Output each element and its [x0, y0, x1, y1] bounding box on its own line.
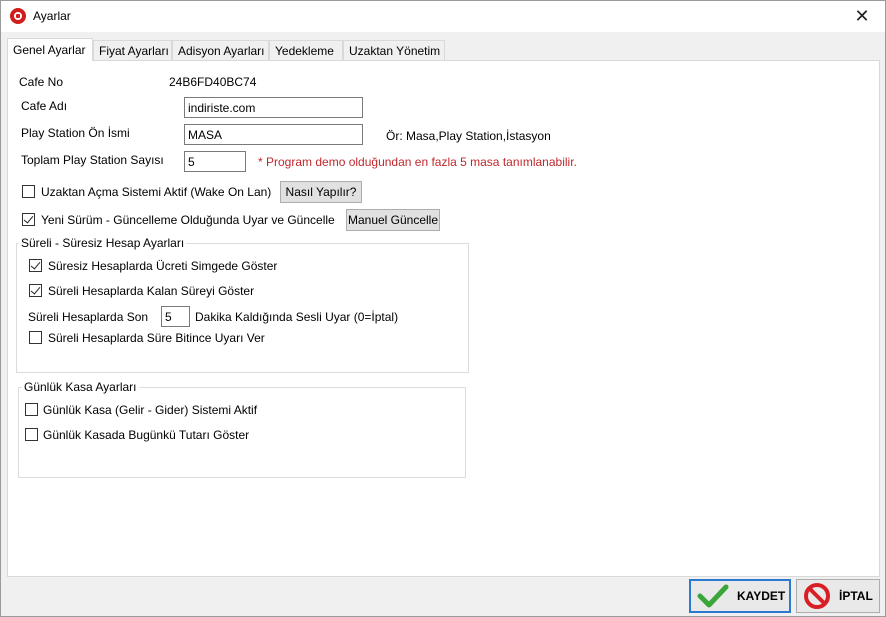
cancel-button[interactable]: İPTAL	[796, 579, 880, 613]
show-remaining-label: Süreli Hesaplarda Kalan Süreyi Göster	[48, 284, 255, 298]
cancel-label: İPTAL	[839, 589, 873, 603]
cash-group-title: Günlük Kasa Ayarları	[22, 380, 139, 394]
window-title: Ayarlar	[33, 9, 71, 23]
general-settings-panel: Cafe No 24B6FD40BC74 Cafe Adı indiriste.…	[7, 60, 880, 577]
cancel-icon	[804, 583, 830, 609]
timed-accounts-group: Süreli - Süresiz Hesap Ayarları Süresiz …	[16, 236, 469, 373]
tab-general[interactable]: Genel Ayarlar	[7, 38, 93, 61]
wol-checkbox[interactable]	[22, 185, 35, 198]
cafe-name-label: Cafe Adı	[21, 99, 68, 113]
daily-cash-group: Günlük Kasa Ayarları Günlük Kasa (Gelir …	[18, 380, 466, 478]
wol-label: Uzaktan Açma Sistemi Aktif (Wake On Lan)	[41, 185, 272, 199]
ps-prefix-hint: Ör: Masa,Play Station,İstasyon	[386, 129, 551, 143]
show-fee-checkbox[interactable]	[29, 259, 42, 272]
ps-prefix-label: Play Station Ön İsmi	[21, 126, 130, 140]
warn-prefix-label: Süreli Hesaplarda Son	[28, 310, 149, 324]
cash-system-label: Günlük Kasa (Gelir - Gider) Sistemi Akti…	[43, 403, 258, 417]
tab-pricing[interactable]: Fiyat Ayarları	[93, 40, 172, 60]
save-button[interactable]: KAYDET	[689, 579, 791, 613]
end-warn-label: Süreli Hesaplarda Süre Bitince Uyarı Ver	[48, 331, 265, 345]
demo-limit-note: * Program demo olduğundan en fazla 5 mas…	[258, 155, 577, 169]
title-bar: Ayarlar ✕	[1, 1, 885, 32]
warn-minutes-input[interactable]: 5	[161, 306, 190, 327]
end-warn-checkbox[interactable]	[29, 331, 42, 344]
show-today-label: Günlük Kasada Bugünkü Tutarı Göster	[43, 428, 250, 442]
close-icon[interactable]: ✕	[839, 1, 885, 32]
cafe-no-label: Cafe No	[19, 75, 64, 89]
ps-count-label: Toplam Play Station Sayısı	[21, 153, 164, 167]
checkmark-icon	[697, 584, 729, 608]
timed-group-title: Süreli - Süresiz Hesap Ayarları	[19, 236, 187, 250]
ps-prefix-input[interactable]: MASA	[184, 124, 363, 145]
show-today-checkbox[interactable]	[25, 428, 38, 441]
update-label: Yeni Sürüm - Güncelleme Olduğunda Uyar v…	[41, 213, 335, 227]
tab-backup[interactable]: Yedekleme	[269, 40, 343, 60]
cafe-name-input[interactable]: indiriste.com	[184, 97, 363, 118]
ps-count-input[interactable]: 5	[184, 151, 246, 172]
show-fee-label: Süresiz Hesaplarda Ücreti Simgede Göster	[48, 259, 278, 273]
howto-button[interactable]: Nasıl Yapılır?	[280, 181, 362, 203]
app-logo-icon	[10, 8, 26, 24]
tab-receipt[interactable]: Adisyon Ayarları	[172, 40, 269, 60]
tab-remote[interactable]: Uzaktan Yönetim	[343, 40, 445, 60]
settings-window: Ayarlar ✕ Genel Ayarlar Fiyat Ayarları A…	[0, 0, 886, 617]
manual-update-button[interactable]: Manuel Güncelle	[346, 209, 440, 231]
warn-suffix-label: Dakika Kaldığında Sesli Uyar (0=İptal)	[195, 310, 399, 324]
cafe-no-value: 24B6FD40BC74	[169, 75, 257, 89]
cash-system-checkbox[interactable]	[25, 403, 38, 416]
save-label: KAYDET	[737, 589, 786, 603]
show-remaining-checkbox[interactable]	[29, 284, 42, 297]
update-checkbox[interactable]	[22, 213, 35, 226]
